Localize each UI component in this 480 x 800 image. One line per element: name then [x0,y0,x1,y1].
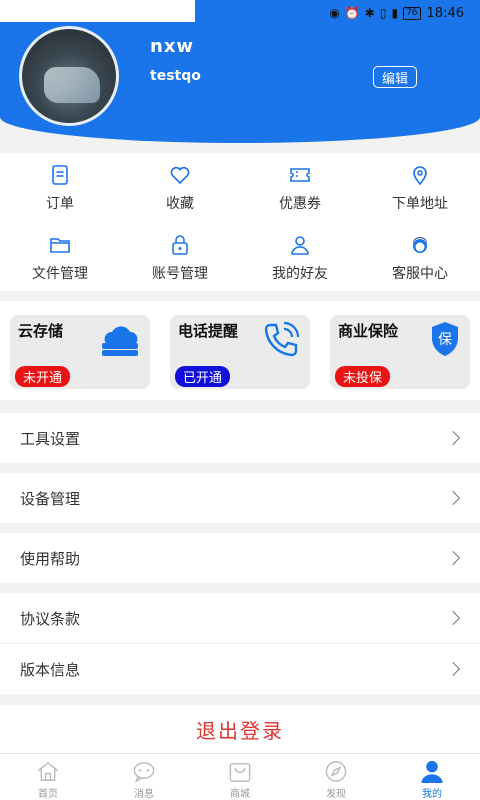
menu-item-tool-settings[interactable]: 工具设置 [0,413,480,463]
alarm-icon: ⏰ [344,6,360,20]
bluetooth-icon: ✱ [364,6,375,20]
order-icon [52,165,68,185]
tab-label: 商城 [230,789,250,800]
message-icon [133,762,155,783]
cloud-storage-icon [102,326,138,356]
username: nxw [150,36,195,57]
status-time: 18:46 [426,5,464,21]
grid-label: 客服中心 [392,266,448,282]
menu-label: 工具设置 [20,429,81,448]
status-badge: 已开通 [175,366,231,387]
chevron-right-icon [445,490,461,506]
avatar[interactable] [19,26,119,126]
edit-profile-button[interactable]: 编辑 [373,66,417,88]
menu-item-version[interactable]: 版本信息 [0,644,480,694]
tab-label: 发现 [326,789,346,800]
shop-bag-icon [229,763,251,782]
tab-mine[interactable]: 我的 [384,754,480,800]
card-phone-reminder[interactable]: 电话提醒 已开通 [170,315,310,389]
chevron-right-icon [445,610,461,626]
folder-icon [50,238,70,253]
card-title: 云存储 [18,322,64,340]
menu-item-terms[interactable]: 协议条款 [0,593,480,643]
compass-icon [325,761,347,782]
card-title: 商业保险 [338,322,399,340]
tab-label: 我的 [422,789,442,800]
menu-item-device-management[interactable]: 设备管理 [0,473,480,523]
shield-icon: 保 [432,322,458,356]
grid-item-favorites[interactable]: 收藏 [120,153,240,217]
menu-item-help[interactable]: 使用帮助 [0,533,480,583]
menu-label: 使用帮助 [20,549,81,568]
grid-item-files[interactable]: 文件管理 [0,223,120,287]
grid-label: 文件管理 [32,266,88,282]
heart-icon [170,166,190,185]
tab-discover[interactable]: 发现 [288,754,384,800]
account-id: testqo [150,68,201,84]
card-business-insurance[interactable]: 商业保险 保 未投保 [330,315,470,389]
card-title: 电话提醒 [178,322,239,340]
tab-messages[interactable]: 消息 [96,754,192,800]
coupon-icon [290,168,310,182]
customer-service-icon [413,237,427,253]
chevron-right-icon [445,550,461,566]
status-badge: 未开通 [15,366,71,387]
grid-item-order[interactable]: 订单 [0,153,120,217]
chevron-right-icon [445,661,461,677]
grid-label: 优惠券 [279,196,321,212]
user-icon [421,760,443,784]
tab-label: 首页 [38,789,58,800]
tab-home[interactable]: 首页 [0,754,96,800]
phone-icon [264,321,300,357]
grid-label: 下单地址 [392,196,448,212]
grid-label: 收藏 [166,196,194,212]
grid-item-service[interactable]: 客服中心 [360,223,480,287]
menu-label: 设备管理 [20,489,81,508]
lock-icon [172,235,188,255]
home-icon [37,761,59,781]
chevron-right-icon [445,430,461,446]
location-pin-icon [413,166,427,186]
grid-label: 订单 [46,196,74,212]
logout-button[interactable]: 退出登录 [0,705,480,753]
vibrate-icon: ▯ [379,6,387,20]
status-badge: 未投保 [335,366,391,387]
shield-text: 保 [438,332,452,348]
tab-label: 消息 [134,789,154,800]
card-cloud-storage[interactable]: 云存储 未开通 [10,315,150,389]
status-bar: ◉ ⏰ ✱ ▯ ▮ 76 18:46 [0,0,480,26]
grid-label: 我的好友 [272,266,328,282]
grid-item-account[interactable]: 账号管理 [120,223,240,287]
quick-actions-grid: 订单 收藏 优惠券 下单地址 文件管理 账号管理 我的好友 客服中心 [0,153,480,291]
grid-item-address[interactable]: 下单地址 [360,153,480,217]
battery-icon: 76 [403,6,421,20]
service-cards: 云存储 未开通 电话提醒 已开通 商业保险 保 未投保 [0,301,480,400]
menu-label: 协议条款 [20,609,81,628]
bottom-tab-bar: 首页 消息 商城 发现 我的 [0,753,480,800]
person-icon [291,236,309,255]
grid-item-coupon[interactable]: 优惠券 [240,153,360,217]
status-icons: ◉ ⏰ ✱ ▯ ▮ 76 [329,6,421,20]
eye-icon: ◉ [329,6,340,20]
logout-label: 退出登录 [196,718,284,743]
menu-label: 版本信息 [20,660,81,679]
signal-icon: ▮ [391,6,399,20]
grid-item-friends[interactable]: 我的好友 [240,223,360,287]
grid-label: 账号管理 [152,266,208,282]
avatar-figure [44,67,100,103]
tab-shop[interactable]: 商城 [192,754,288,800]
